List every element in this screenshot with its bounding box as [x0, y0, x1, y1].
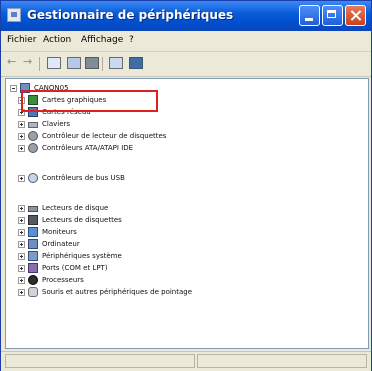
expand-icon[interactable] [18, 121, 25, 128]
computer-icon [28, 239, 38, 249]
expand-icon[interactable] [18, 175, 25, 182]
menu-help[interactable]: ? [129, 35, 134, 45]
minimize-button[interactable] [299, 5, 320, 26]
menu-view[interactable]: Affichage [81, 35, 123, 45]
status-cell-main [5, 354, 195, 368]
tree-item-label: Claviers [42, 120, 71, 128]
help-icon[interactable] [109, 57, 123, 69]
ide-controller-icon [28, 143, 38, 153]
collapse-icon[interactable] [10, 85, 17, 92]
tree-item-label: Processeurs [42, 276, 84, 284]
expand-icon[interactable] [18, 205, 25, 212]
menu-action[interactable]: Action [43, 35, 71, 45]
menu-bar: Fichier Action Affichage ? [1, 31, 371, 52]
tree-item-label: Moniteurs [42, 228, 77, 236]
mouse-icon [28, 287, 38, 297]
expand-icon[interactable] [18, 289, 25, 296]
keyboard-icon [28, 122, 38, 128]
expand-icon[interactable] [18, 217, 25, 224]
back-arrow-icon[interactable]: ← [7, 55, 16, 68]
toolbar-separator [102, 57, 103, 71]
print-icon[interactable] [85, 57, 99, 69]
tree-item-label: Lecteurs de disque [42, 204, 109, 212]
floppy-drive-icon [28, 215, 38, 225]
expand-icon[interactable] [18, 265, 25, 272]
system-devices-icon [28, 251, 38, 261]
tree-item-label: Lecteurs de disquettes [42, 216, 122, 224]
tree-item-label: Contrôleurs de bus USB [42, 174, 125, 182]
menu-file[interactable]: Fichier [7, 35, 36, 45]
tree-item-label: Périphériques système [42, 252, 122, 260]
tree-item-label: Ports (COM et LPT) [42, 264, 108, 272]
expand-icon[interactable] [18, 253, 25, 260]
usb-controller-icon [28, 173, 38, 183]
maximize-button[interactable] [322, 5, 343, 26]
processor-icon [28, 275, 38, 285]
disk-drive-icon [28, 206, 38, 212]
tree-item-label: Contrôleur de lecteur de disquettes [42, 132, 167, 140]
toolbar-separator [39, 57, 40, 71]
close-button[interactable] [345, 5, 366, 26]
forward-arrow-icon[interactable]: → [23, 55, 32, 68]
highlight-box [21, 90, 158, 112]
floppy-controller-icon [28, 131, 38, 141]
status-bar [1, 351, 371, 371]
scan-icon[interactable] [129, 57, 143, 69]
window-title: Gestionnaire de périphériques [27, 8, 234, 22]
expand-icon[interactable] [18, 229, 25, 236]
expand-icon[interactable] [18, 133, 25, 140]
device-tree[interactable]: CANON05 Cartes graphiques Cartes réseau … [5, 78, 369, 349]
status-cell-secondary [197, 354, 367, 368]
monitor-icon [28, 227, 38, 237]
expand-icon[interactable] [18, 145, 25, 152]
expand-icon[interactable] [18, 241, 25, 248]
toolbar: ← → [1, 52, 371, 77]
refresh-icon[interactable] [67, 57, 81, 69]
expand-icon[interactable] [18, 277, 25, 284]
port-icon [28, 263, 38, 273]
title-bar[interactable]: Gestionnaire de périphériques [1, 1, 371, 31]
tree-item-label: Ordinateur [42, 240, 80, 248]
tree-item-label: Souris et autres périphériques de pointa… [42, 288, 193, 296]
device-manager-window: Gestionnaire de périphériques Fichier Ac… [0, 0, 372, 371]
device-manager-icon [7, 8, 21, 22]
properties-icon[interactable] [47, 57, 61, 69]
tree-item-label: Contrôleurs ATA/ATAPI IDE [42, 144, 134, 152]
